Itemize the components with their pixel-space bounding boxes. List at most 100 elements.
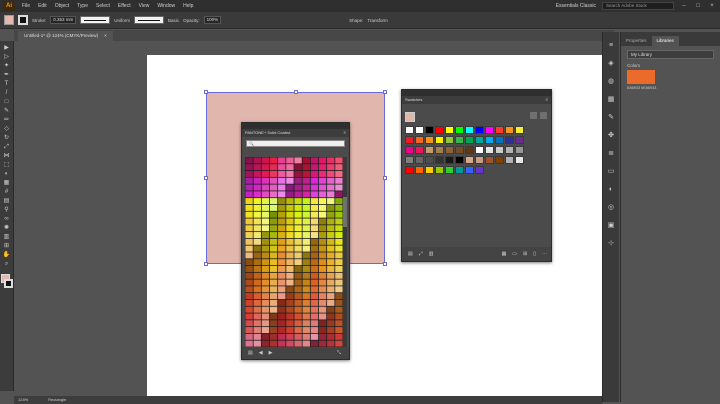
pantone-swatch[interactable] [261,320,270,327]
pantone-swatch[interactable] [245,340,253,347]
properties-icon[interactable]: ≡ [607,42,615,50]
magic-wand-icon[interactable]: ✦ [3,63,11,69]
pantone-swatch[interactable] [269,170,278,177]
pantone-swatch[interactable] [318,238,327,245]
colors-section-title[interactable]: Colors [627,63,714,68]
swatch-cell[interactable] [435,156,444,164]
pantone-swatch[interactable] [253,327,261,334]
pantone-swatch[interactable] [245,170,253,177]
pantone-swatch[interactable] [302,177,310,184]
pantone-swatch[interactable] [310,211,319,218]
pantone-swatch[interactable] [286,313,294,320]
delete-swatch-icon[interactable]: ▯ [533,251,536,257]
stroke-icon[interactable]: ≣ [607,150,615,158]
pantone-swatch[interactable] [286,272,294,279]
pantone-swatch[interactable] [310,299,319,306]
pantone-swatch[interactable] [269,157,278,164]
pantone-swatch[interactable] [335,279,343,286]
pantone-swatch[interactable] [278,333,286,340]
appearance-icon[interactable]: ◎ [607,204,615,212]
pantone-swatch[interactable] [245,252,253,259]
pantone-swatch[interactable] [327,238,335,245]
pantone-swatch[interactable] [253,279,261,286]
pantone-swatch[interactable] [335,204,343,211]
pantone-swatch[interactable] [278,279,286,286]
pantone-swatch[interactable] [310,198,319,205]
pantone-swatch[interactable] [286,286,294,293]
pantone-swatch[interactable] [253,191,261,198]
pantone-swatch[interactable] [278,198,286,205]
pantone-swatch[interactable] [327,299,335,306]
swatch-cell[interactable] [475,136,484,144]
pantone-swatch[interactable] [253,340,261,347]
pantone-swatch[interactable] [261,204,270,211]
pantone-swatch[interactable] [245,218,253,225]
pantone-find-field[interactable]: 🔍 [246,140,345,147]
brushes-icon[interactable]: ✎ [607,114,615,122]
hand-tool-icon[interactable]: ✋ [3,252,11,258]
pantone-swatch[interactable] [269,299,278,306]
fill-swatch[interactable] [4,15,14,25]
pantone-swatch[interactable] [245,232,253,239]
pantone-swatch[interactable] [294,340,302,347]
pantone-swatch[interactable] [245,204,253,211]
pantone-swatch[interactable] [261,279,270,286]
pantone-swatch[interactable] [327,225,335,232]
swatch-cell[interactable] [515,136,524,144]
swatch-cell[interactable] [435,136,444,144]
pantone-swatch[interactable] [286,327,294,334]
pantone-swatch[interactable] [278,232,286,239]
pantone-swatch[interactable] [335,272,343,279]
swatch-cell[interactable] [465,156,474,164]
swatch-cell[interactable] [425,146,434,154]
pantone-swatch[interactable] [294,198,302,205]
pantone-swatch[interactable] [278,177,286,184]
pantone-swatch[interactable] [327,306,335,313]
pantone-swatch-grid[interactable] [245,157,343,347]
pantone-swatch[interactable] [294,293,302,300]
zoom-level[interactable]: 124% [18,396,28,404]
pantone-swatch[interactable] [286,184,294,191]
swatch-cell[interactable] [475,156,484,164]
pantone-swatch[interactable] [335,293,343,300]
pantone-swatch[interactable] [261,238,270,245]
swatch-cell[interactable] [515,146,524,154]
pantone-swatch[interactable] [318,157,327,164]
pantone-swatch[interactable] [286,164,294,171]
handle-bottom-right[interactable] [383,262,387,266]
tab-libraries[interactable]: Libraries [651,36,679,46]
swatch-cell[interactable] [485,146,494,154]
swatch-cell[interactable] [465,126,474,134]
pantone-swatch[interactable] [269,340,278,347]
swatch-cell[interactable] [415,136,424,144]
stroke-weight-field[interactable]: 0.353 mm [50,16,77,24]
add-to-library-icon[interactable]: ⤢ [419,251,423,257]
swatch-cell[interactable] [445,166,454,174]
swatch-cell[interactable] [405,156,414,164]
pantone-swatch[interactable] [278,204,286,211]
pantone-swatch[interactable] [327,191,335,198]
pantone-swatch[interactable] [302,286,310,293]
pantone-swatch[interactable] [294,177,302,184]
swatch-cell[interactable] [505,146,514,154]
pantone-swatch[interactable] [335,299,343,306]
swatch-cell[interactable] [505,156,514,164]
pantone-swatch[interactable] [269,211,278,218]
pantone-swatch[interactable] [245,272,253,279]
pantone-swatch[interactable] [261,293,270,300]
pantone-swatch[interactable] [245,279,253,286]
swatch-cell[interactable] [455,146,464,154]
swatch-cell[interactable] [425,166,434,174]
pantone-swatch[interactable] [278,265,286,272]
opacity-field[interactable]: 100% [203,16,222,24]
tab-properties[interactable]: Properties [621,36,652,46]
variable-width-profile[interactable] [80,16,111,24]
swatches-grid[interactable] [405,126,524,178]
type-tool-icon[interactable]: T [3,81,11,87]
handle-middle-right[interactable] [383,176,387,180]
pantone-swatch[interactable] [253,333,261,340]
menu-window[interactable]: Window [153,3,179,9]
resize-icon[interactable]: ⤡ [337,350,341,356]
pantone-swatch[interactable] [269,164,278,171]
pantone-swatch[interactable] [310,306,319,313]
